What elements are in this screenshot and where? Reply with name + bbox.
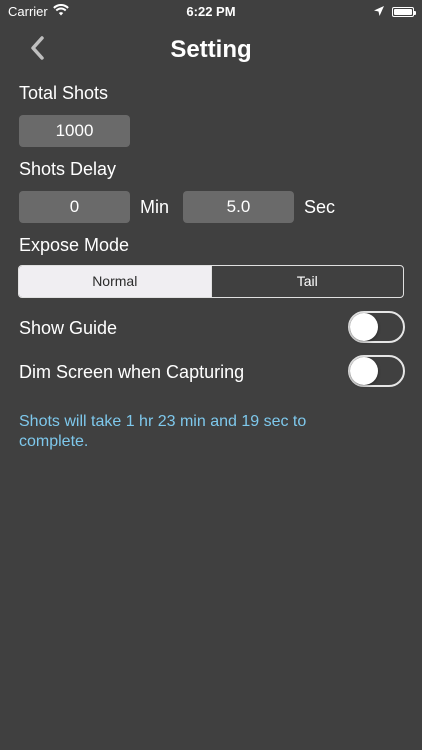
expose-mode-segmented-control: Normal Tail: [18, 265, 404, 298]
segment-normal[interactable]: Normal: [19, 266, 211, 297]
total-shots-label: Total Shots: [19, 83, 109, 103]
status-right: [374, 4, 416, 19]
sec-unit-label: Sec: [304, 197, 336, 217]
duration-info-text: Shots will take 1 hr 23 min and 19 sec t…: [19, 413, 307, 450]
show-guide-toggle[interactable]: [348, 311, 405, 343]
dim-screen-toggle[interactable]: [348, 355, 405, 387]
delay-sec-input[interactable]: 5.0: [183, 191, 294, 223]
total-shots-input[interactable]: 1000: [19, 115, 130, 147]
page-title: Setting: [170, 36, 252, 63]
expose-mode-label: Expose Mode: [19, 235, 130, 255]
battery-icon: [392, 6, 416, 17]
min-unit-label: Min: [140, 197, 170, 217]
status-time: 6:22 PM: [186, 4, 236, 19]
battery-fill: [394, 8, 412, 15]
shots-delay-label: Shots Delay: [19, 159, 117, 179]
delay-min-input[interactable]: 0: [19, 191, 130, 223]
status-bar: Carrier 6:22 PM: [0, 0, 422, 22]
dim-screen-label: Dim Screen when Capturing: [19, 362, 245, 382]
location-arrow-icon: [374, 4, 384, 19]
toggle-knob: [350, 313, 378, 341]
nav-bar: Setting: [0, 22, 422, 78]
segment-tail[interactable]: Tail: [210, 266, 404, 297]
toggle-knob: [350, 357, 378, 385]
show-guide-label: Show Guide: [19, 318, 118, 338]
